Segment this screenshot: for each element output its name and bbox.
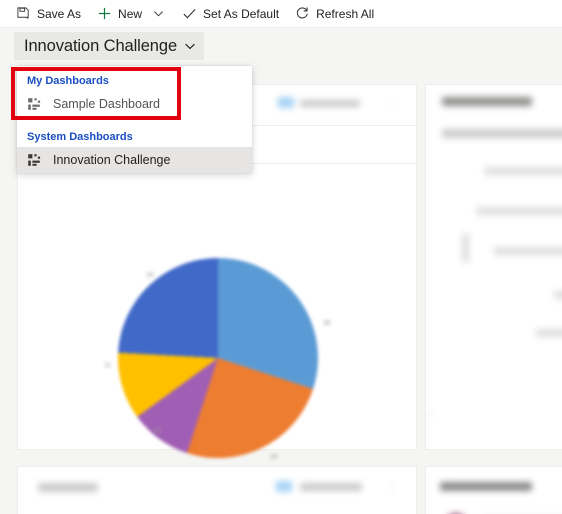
dashboard-icon bbox=[27, 153, 41, 167]
new-button[interactable]: New bbox=[89, 1, 174, 27]
flyout-group-header-system-dashboards: System Dashboards bbox=[27, 131, 133, 144]
refresh-all-label: Refresh All bbox=[316, 6, 375, 21]
refresh-all-button[interactable]: Refresh All bbox=[287, 1, 382, 27]
dashboard-card-activity[interactable] bbox=[17, 466, 417, 514]
dashboard-card-profile[interactable] bbox=[425, 466, 562, 514]
refresh-icon bbox=[295, 6, 310, 21]
save-as-label: Save As bbox=[37, 6, 82, 21]
chevron-down-icon[interactable] bbox=[184, 40, 196, 52]
flyout-item-sample-dashboard[interactable]: Sample Dashboard bbox=[17, 91, 252, 117]
pie-label-0: 30 bbox=[323, 320, 331, 327]
flyout-item-label: Sample Dashboard bbox=[53, 97, 161, 112]
chevron-down-icon[interactable] bbox=[150, 2, 166, 26]
save-as-icon bbox=[16, 6, 31, 21]
flyout-item-label: Innovation Challenge bbox=[53, 153, 171, 168]
set-as-default-label: Set As Default bbox=[203, 6, 280, 21]
checkmark-icon bbox=[182, 6, 197, 21]
pie-label-3: 11 bbox=[104, 362, 112, 369]
pie-label-1: 25 bbox=[270, 454, 278, 461]
new-label: New bbox=[118, 6, 143, 21]
dashboard-card-list[interactable] bbox=[425, 84, 562, 450]
dashboard-selector-flyout: My Dashboards Sample Dashboard System Da… bbox=[17, 66, 252, 174]
plus-icon bbox=[97, 6, 112, 21]
pie-chart[interactable]: 30 25 10 11 24 bbox=[104, 258, 331, 461]
dashboard-title-row: Innovation Challenge bbox=[0, 28, 562, 62]
pie-label-2: 10 bbox=[153, 428, 161, 435]
flyout-item-innovation-challenge[interactable]: Innovation Challenge bbox=[17, 147, 252, 174]
pie-chart-slices bbox=[118, 258, 318, 458]
dashboard-icon bbox=[27, 97, 41, 111]
set-as-default-button[interactable]: Set As Default bbox=[174, 1, 287, 27]
pie-label-4: 24 bbox=[146, 272, 154, 279]
dashboard-selector-button[interactable]: Innovation Challenge bbox=[14, 32, 205, 60]
dashboard-selector-label: Innovation Challenge bbox=[24, 36, 178, 55]
flyout-group-header-my-dashboards: My Dashboards bbox=[27, 75, 109, 87]
save-as-button[interactable]: Save As bbox=[8, 1, 89, 27]
command-bar: Save As New Set As Default Refresh All bbox=[0, 0, 562, 28]
